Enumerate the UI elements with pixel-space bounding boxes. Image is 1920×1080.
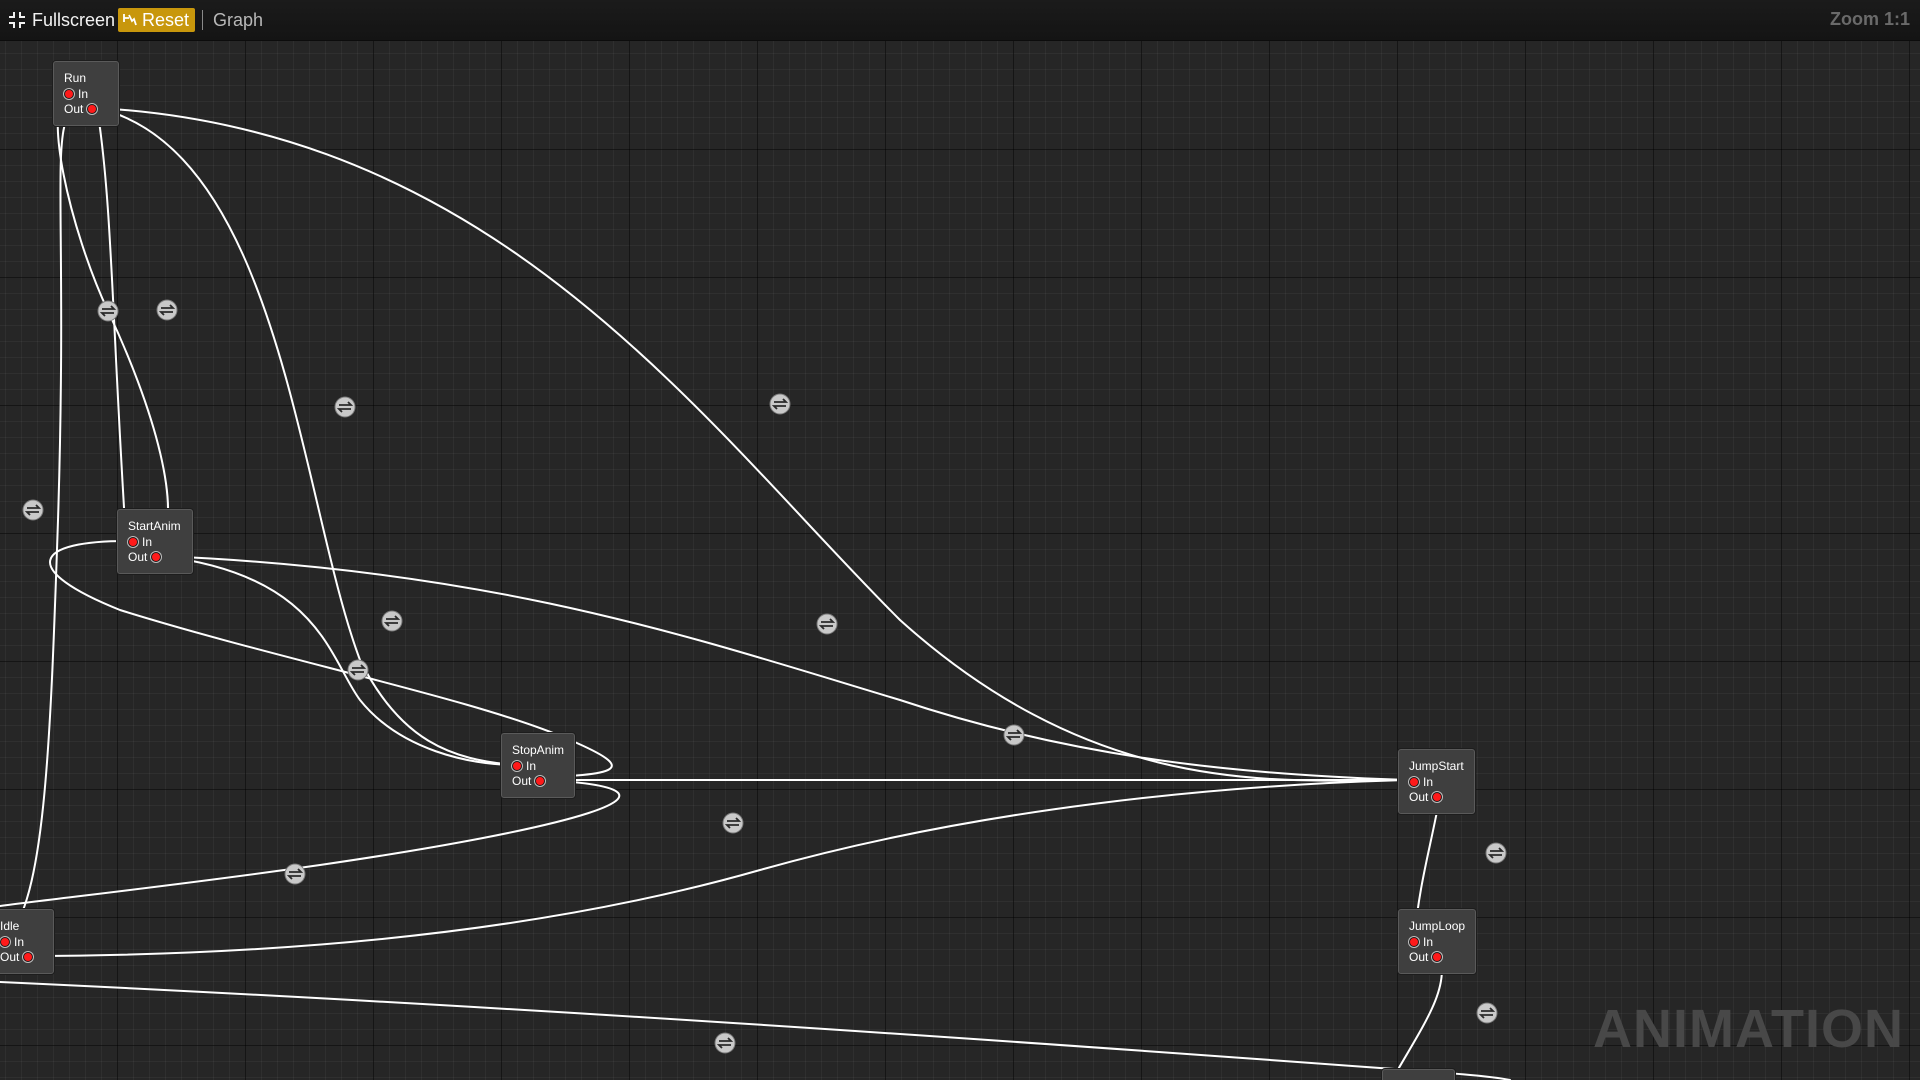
- wire-run-to-stopanim: [96, 107, 517, 766]
- node-out-row: Out: [128, 550, 162, 564]
- input-pin[interactable]: [1409, 777, 1419, 787]
- reset-label: Reset: [142, 10, 190, 30]
- wire-run-to-idle: [5, 106, 98, 941]
- state-node-run[interactable]: Run In Out: [53, 61, 119, 126]
- pin-label: Out: [128, 550, 148, 564]
- node-in-row: In: [512, 759, 536, 773]
- input-pin[interactable]: [512, 761, 522, 771]
- fullscreen-icon: [9, 12, 25, 28]
- pin-label: Out: [1409, 790, 1429, 804]
- input-pin[interactable]: [1409, 937, 1419, 947]
- pin-label: Out: [1409, 950, 1429, 964]
- transition-wires: [0, 91, 1511, 1080]
- transition-icon[interactable]: [347, 659, 369, 681]
- input-pin[interactable]: [64, 89, 74, 99]
- reset-button[interactable]: Reset: [118, 8, 196, 32]
- state-node-jumpstart[interactable]: JumpStart In Out: [1398, 749, 1475, 814]
- wire-jumploop-to-offscreen: [1391, 956, 1443, 1080]
- animation-graph-canvas[interactable]: Fullscreen Reset Graph Zoom 1:1 Run In O…: [0, 0, 1920, 1080]
- zoom-level: Zoom 1:1: [1829, 9, 1910, 29]
- wire-offscreen-bottom: [0, 981, 1511, 1080]
- wire-idle-to-jumpstart: [31, 779, 1409, 957]
- node-out-row: Out: [0, 950, 34, 964]
- state-node-partial[interactable]: [1382, 1069, 1455, 1080]
- transition-icon[interactable]: [769, 393, 791, 415]
- node-in-row: In: [128, 535, 152, 549]
- output-pin[interactable]: [87, 104, 98, 114]
- input-pin[interactable]: [0, 937, 10, 947]
- node-in-row: In: [0, 935, 24, 949]
- node-title: Run: [64, 71, 87, 85]
- node-title: JumpStart: [1409, 759, 1464, 773]
- transition-icon[interactable]: [97, 300, 119, 322]
- state-node-idle[interactable]: Idle In Out: [0, 909, 54, 974]
- fullscreen-button[interactable]: Fullscreen: [8, 8, 115, 32]
- node-title: StopAnim: [512, 743, 565, 757]
- pin-label: In: [78, 87, 89, 101]
- input-pin[interactable]: [128, 537, 138, 547]
- pin-label: In: [1423, 935, 1434, 949]
- toolbar: Fullscreen Reset Graph Zoom 1:1: [0, 0, 1920, 41]
- graph-watermark: ANIMATION: [1593, 999, 1904, 1059]
- transition-icon[interactable]: [334, 396, 356, 418]
- transition-icon[interactable]: [156, 299, 178, 321]
- reset-icon: [123, 14, 137, 26]
- state-node-startanim[interactable]: StartAnim In Out: [117, 509, 193, 574]
- pin-label: In: [142, 535, 153, 549]
- wire-run-to-jumpstart: [96, 107, 1409, 782]
- node-title: StartAnim: [128, 519, 181, 533]
- transition-icon[interactable]: [816, 613, 838, 635]
- state-node-stopanim[interactable]: StopAnim In Out: [501, 733, 575, 798]
- node-in-row: In: [1409, 935, 1433, 949]
- output-pin[interactable]: [535, 776, 546, 786]
- tab-graph[interactable]: Graph: [213, 8, 263, 32]
- fullscreen-label: Fullscreen: [32, 10, 116, 30]
- transition-icon[interactable]: [714, 1032, 736, 1054]
- pin-label: In: [526, 759, 537, 773]
- wire-run-to-startanim: [96, 107, 127, 541]
- output-pin[interactable]: [1432, 952, 1443, 962]
- transition-icon[interactable]: [1485, 842, 1507, 864]
- wire-run-loop: [56, 91, 169, 557]
- pin-label: In: [1423, 775, 1434, 789]
- node-out-row: Out: [64, 102, 98, 116]
- node-out-row: Out: [1409, 950, 1443, 964]
- pin-label: In: [14, 935, 25, 949]
- state-node-jumploop[interactable]: JumpLoop In Out: [1398, 909, 1476, 974]
- transition-icon[interactable]: [381, 610, 403, 632]
- transition-icon[interactable]: [722, 812, 744, 834]
- output-pin[interactable]: [23, 952, 34, 962]
- pin-label: Out: [64, 102, 84, 116]
- transition-icon[interactable]: [284, 863, 306, 885]
- wire-stopanim-to-idle: [0, 779, 621, 907]
- node-title: JumpLoop: [1409, 919, 1466, 933]
- node-in-row: In: [64, 87, 88, 101]
- transition-icon[interactable]: [1003, 724, 1025, 746]
- output-pin[interactable]: [1432, 792, 1443, 802]
- pin-label: Out: [0, 950, 20, 964]
- output-pin[interactable]: [151, 552, 162, 562]
- node-in-row: In: [1409, 775, 1433, 789]
- node-title: Idle: [0, 919, 20, 933]
- transition-icon[interactable]: [22, 499, 44, 521]
- node-out-row: Out: [512, 774, 546, 788]
- node-out-row: Out: [1409, 790, 1443, 804]
- pin-label: Out: [512, 774, 532, 788]
- transition-icon[interactable]: [1476, 1002, 1498, 1024]
- toolbar-divider: [202, 10, 203, 30]
